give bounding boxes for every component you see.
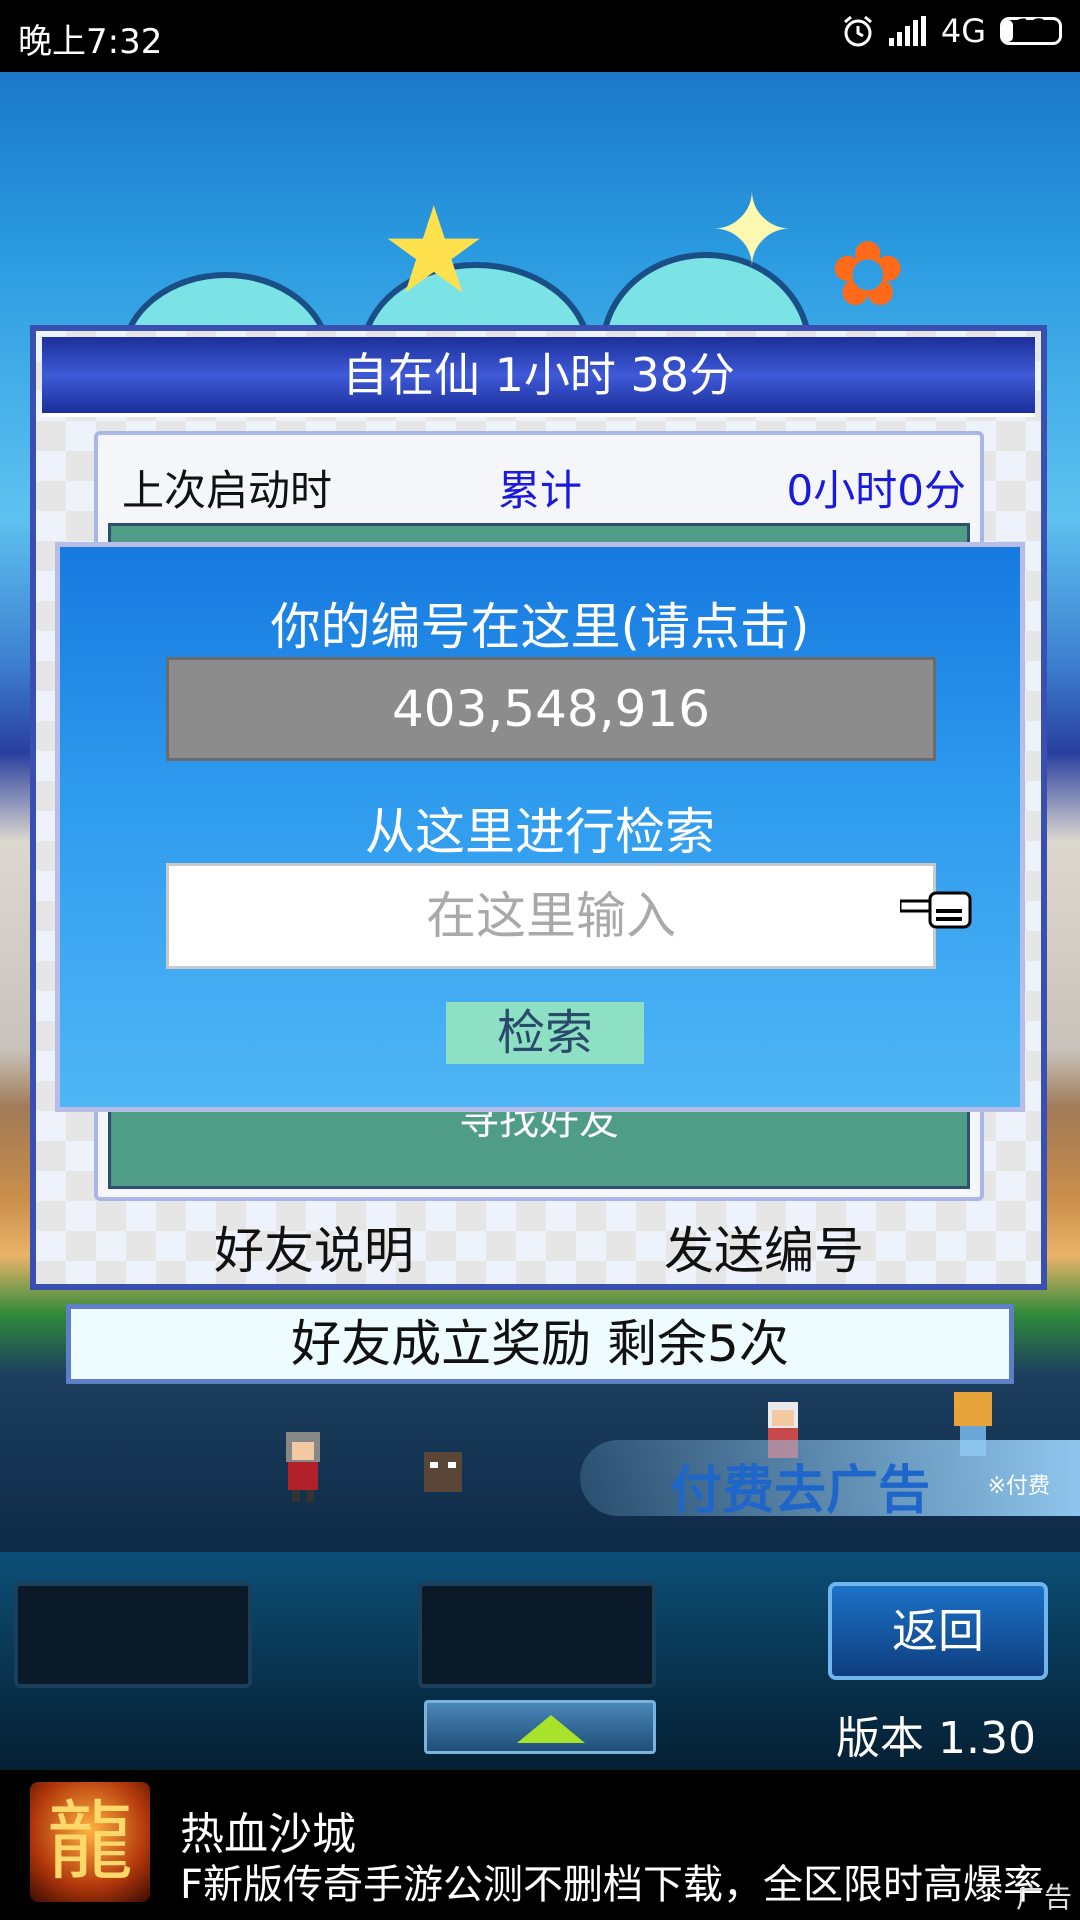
version-label: 版本 1.30 [836, 1713, 1036, 1764]
pixel-character [280, 1432, 326, 1502]
panel-title: 自在仙 1小时 38分 [42, 337, 1035, 417]
send-id-button[interactable]: 发送编号 [664, 1211, 864, 1283]
ad-tag: 广告 [1015, 1881, 1072, 1914]
friend-help-button[interactable]: 好友说明 [214, 1211, 414, 1283]
id-label: 你的编号在这里(请点击) [270, 598, 810, 656]
star-icon: ★ [380, 182, 488, 321]
search-input[interactable]: 在这里输入 [166, 863, 936, 969]
network-type: 4G [940, 12, 986, 50]
up-arrow-icon [517, 1715, 585, 1743]
remove-ads-label: 付费去广告 [670, 1461, 931, 1521]
expand-up-button[interactable] [424, 1700, 656, 1754]
remove-ads-note: ※付费 [987, 1474, 1050, 1499]
ad-description[interactable]: F新版传奇手游公测不删档下载，全区限时高爆率 [180, 1852, 1060, 1910]
bottom-controls: 返回 版本 1.30 [0, 1552, 1080, 1770]
search-button[interactable]: 检索 [446, 1002, 644, 1064]
cumulative-value: 0小时0分 [786, 466, 966, 515]
battery-icon: 18 [1000, 16, 1062, 45]
status-time: 晚上7:32 [18, 22, 163, 62]
back-button[interactable]: 返回 [828, 1582, 1048, 1680]
signal-icon [888, 16, 926, 46]
status-icons: 4G 18 [841, 12, 1062, 50]
last-launch-row: 上次启动时 累计 0小时0分 [98, 435, 980, 525]
last-launch-label: 上次启动时 [122, 466, 333, 515]
ad-bar[interactable]: 龍 热血沙城 F新版传奇手游公测不删档下载，全区限时高爆率 广告 [0, 1770, 1080, 1920]
menu-slot-center[interactable] [418, 1582, 656, 1688]
flower-icon: ✿ [830, 222, 906, 327]
sparkle-icon: ✦ [710, 172, 794, 289]
friend-reward-bar: 好友成立奖励 剩余5次 [66, 1304, 1014, 1384]
remove-ads-banner[interactable]: 付费去广告 ※付费 [580, 1440, 1080, 1521]
search-label: 从这里进行检索 [365, 803, 715, 861]
pixel-cat [420, 1442, 466, 1512]
menu-slot-left[interactable] [14, 1582, 252, 1688]
cumulative-label: 累计 [498, 466, 583, 515]
ad-app-icon[interactable]: 龍 [30, 1782, 150, 1902]
pointing-hand-icon [900, 891, 972, 929]
battery-text: 18 [1015, 16, 1047, 41]
status-bar: 晚上7:32 4G 18 [0, 0, 1080, 72]
id-value-button[interactable]: 403,548,916 [166, 657, 936, 761]
id-search-dialog: 你的编号在这里(请点击) 403,548,916 从这里进行检索 在这里输入 检… [55, 542, 1025, 1112]
alarm-icon [843, 15, 872, 47]
